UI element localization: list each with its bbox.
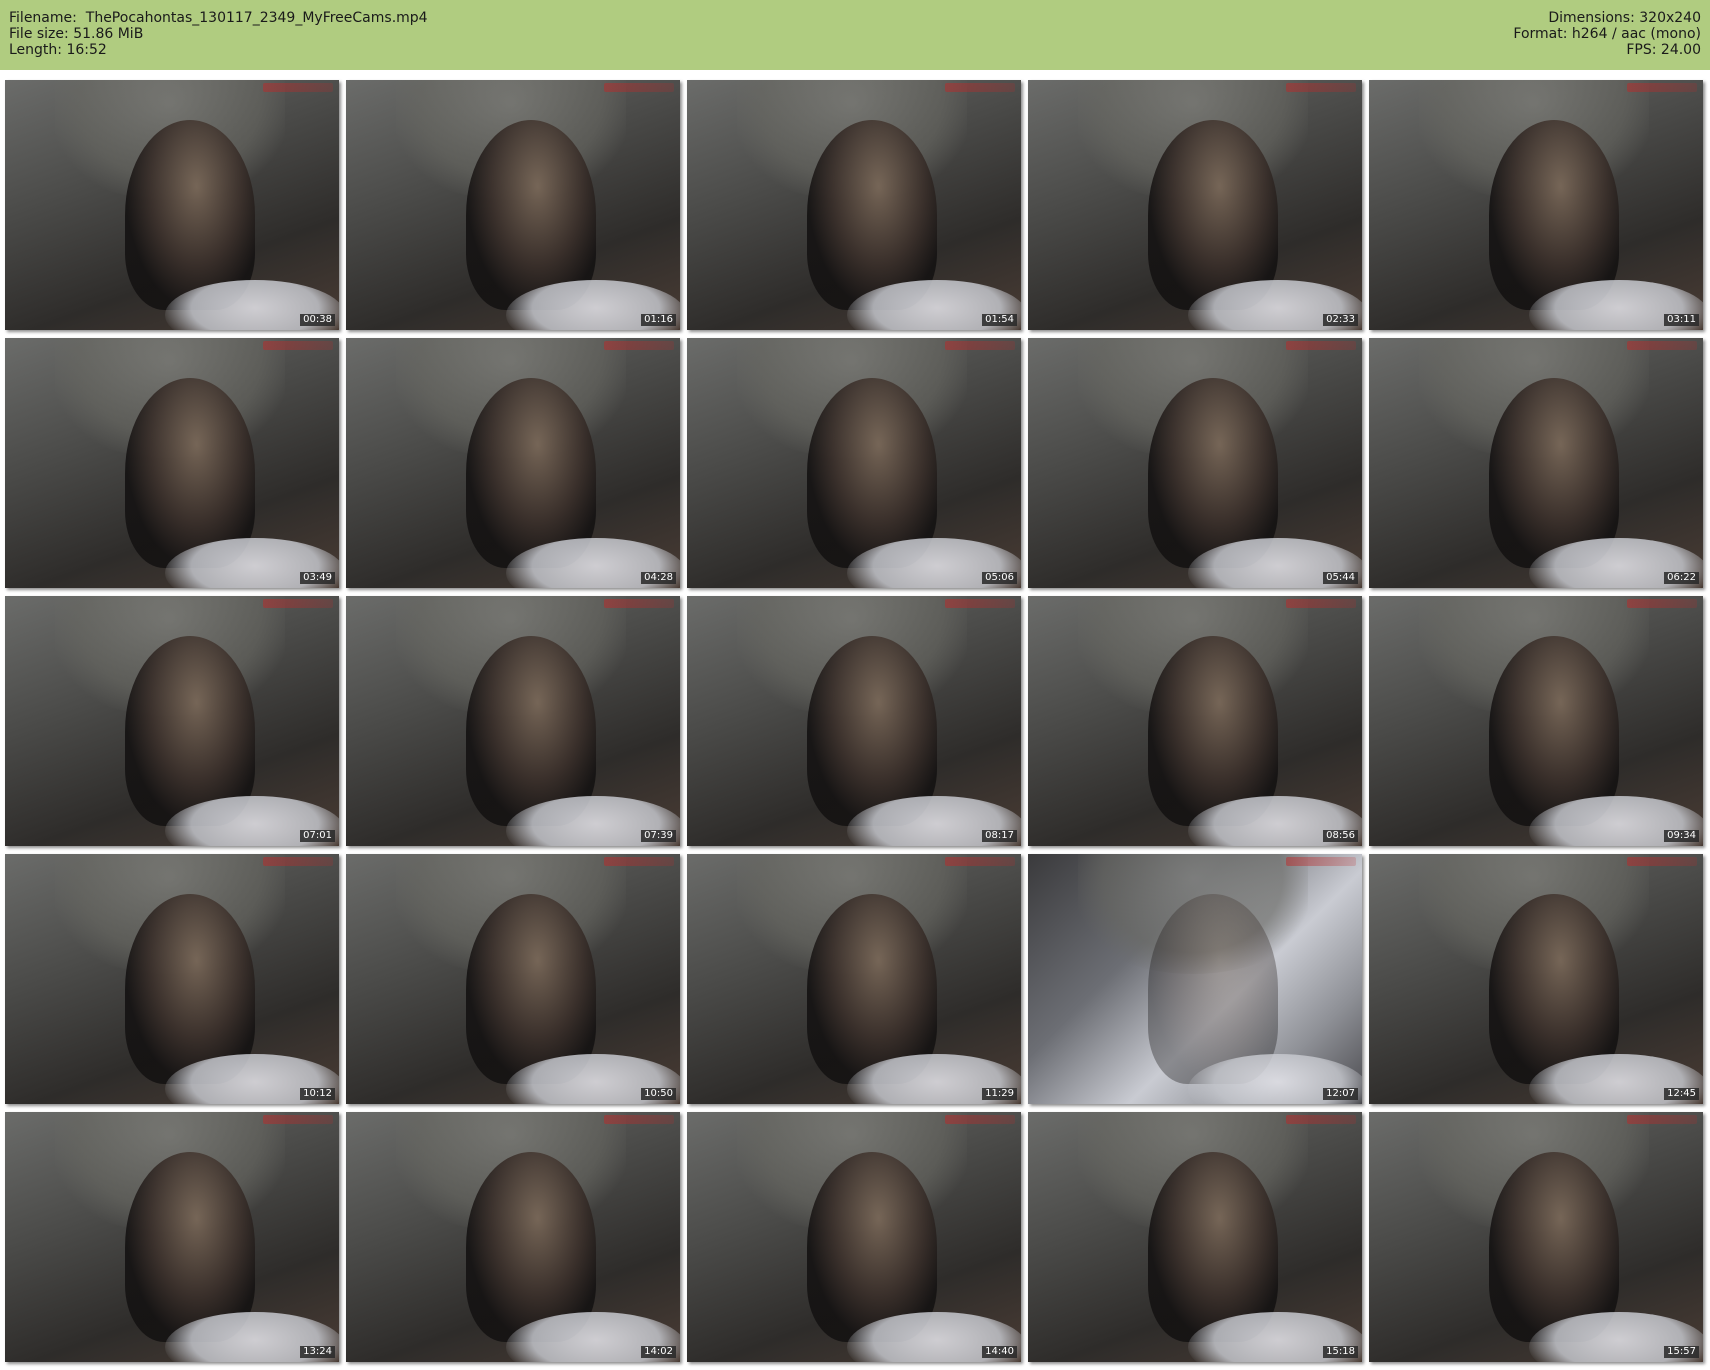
watermark bbox=[945, 1115, 1015, 1124]
watermark bbox=[604, 83, 674, 92]
watermark bbox=[1627, 1115, 1697, 1124]
video-thumbnail: 05:44 bbox=[1028, 338, 1362, 588]
timestamp-label: 00:38 bbox=[300, 314, 335, 326]
timestamp-label: 05:44 bbox=[1323, 572, 1358, 584]
watermark bbox=[1286, 1115, 1356, 1124]
timestamp-label: 01:54 bbox=[982, 314, 1017, 326]
timestamp-label: 03:49 bbox=[300, 572, 335, 584]
watermark bbox=[1627, 341, 1697, 350]
timestamp-label: 15:18 bbox=[1323, 1346, 1358, 1358]
video-thumbnail: 12:07 bbox=[1028, 854, 1362, 1104]
watermark bbox=[1627, 83, 1697, 92]
watermark bbox=[263, 341, 333, 350]
watermark bbox=[1627, 857, 1697, 866]
timestamp-label: 10:12 bbox=[300, 1088, 335, 1100]
watermark bbox=[263, 857, 333, 866]
watermark bbox=[1286, 599, 1356, 608]
video-thumbnail: 03:49 bbox=[5, 338, 339, 588]
video-thumbnail: 11:29 bbox=[687, 854, 1021, 1104]
video-thumbnail: 14:02 bbox=[346, 1112, 680, 1362]
video-thumbnail: 08:17 bbox=[687, 596, 1021, 846]
thumbnail-grid: 00:38 01:16 01:54 02:33 03:11 03:49 04:2… bbox=[0, 0, 1710, 1370]
timestamp-label: 05:06 bbox=[982, 572, 1017, 584]
timestamp-label: 13:24 bbox=[300, 1346, 335, 1358]
watermark bbox=[945, 599, 1015, 608]
video-thumbnail: 14:40 bbox=[687, 1112, 1021, 1362]
video-thumbnail: 03:11 bbox=[1369, 80, 1703, 330]
watermark bbox=[1286, 83, 1356, 92]
watermark bbox=[604, 599, 674, 608]
video-thumbnail: 15:18 bbox=[1028, 1112, 1362, 1362]
timestamp-label: 14:40 bbox=[982, 1346, 1017, 1358]
video-thumbnail: 07:39 bbox=[346, 596, 680, 846]
video-thumbnail: 10:12 bbox=[5, 854, 339, 1104]
timestamp-label: 02:33 bbox=[1323, 314, 1358, 326]
watermark bbox=[604, 341, 674, 350]
video-thumbnail: 01:54 bbox=[687, 80, 1021, 330]
timestamp-label: 04:28 bbox=[641, 572, 676, 584]
timestamp-label: 07:01 bbox=[300, 830, 335, 842]
watermark bbox=[263, 599, 333, 608]
video-thumbnail: 07:01 bbox=[5, 596, 339, 846]
watermark bbox=[263, 83, 333, 92]
video-thumbnail: 15:57 bbox=[1369, 1112, 1703, 1362]
watermark bbox=[945, 341, 1015, 350]
timestamp-label: 12:07 bbox=[1323, 1088, 1358, 1100]
timestamp-label: 11:29 bbox=[982, 1088, 1017, 1100]
timestamp-label: 12:45 bbox=[1664, 1088, 1699, 1100]
video-thumbnail: 05:06 bbox=[687, 338, 1021, 588]
video-thumbnail: 04:28 bbox=[346, 338, 680, 588]
video-thumbnail: 01:16 bbox=[346, 80, 680, 330]
watermark bbox=[604, 857, 674, 866]
watermark bbox=[1627, 599, 1697, 608]
watermark bbox=[945, 83, 1015, 92]
timestamp-label: 07:39 bbox=[641, 830, 676, 842]
timestamp-label: 14:02 bbox=[641, 1346, 676, 1358]
timestamp-label: 09:34 bbox=[1664, 830, 1699, 842]
video-thumbnail: 12:45 bbox=[1369, 854, 1703, 1104]
timestamp-label: 15:57 bbox=[1664, 1346, 1699, 1358]
watermark bbox=[1286, 341, 1356, 350]
timestamp-label: 06:22 bbox=[1664, 572, 1699, 584]
timestamp-label: 08:17 bbox=[982, 830, 1017, 842]
timestamp-label: 01:16 bbox=[641, 314, 676, 326]
watermark bbox=[604, 1115, 674, 1124]
watermark bbox=[1286, 857, 1356, 866]
timestamp-label: 08:56 bbox=[1323, 830, 1358, 842]
timestamp-label: 03:11 bbox=[1664, 314, 1699, 326]
video-thumbnail: 02:33 bbox=[1028, 80, 1362, 330]
video-thumbnail: 06:22 bbox=[1369, 338, 1703, 588]
video-thumbnail: 09:34 bbox=[1369, 596, 1703, 846]
timestamp-label: 10:50 bbox=[641, 1088, 676, 1100]
watermark bbox=[945, 857, 1015, 866]
video-thumbnail: 00:38 bbox=[5, 80, 339, 330]
video-thumbnail: 08:56 bbox=[1028, 596, 1362, 846]
watermark bbox=[263, 1115, 333, 1124]
video-thumbnail: 13:24 bbox=[5, 1112, 339, 1362]
video-thumbnail: 10:50 bbox=[346, 854, 680, 1104]
